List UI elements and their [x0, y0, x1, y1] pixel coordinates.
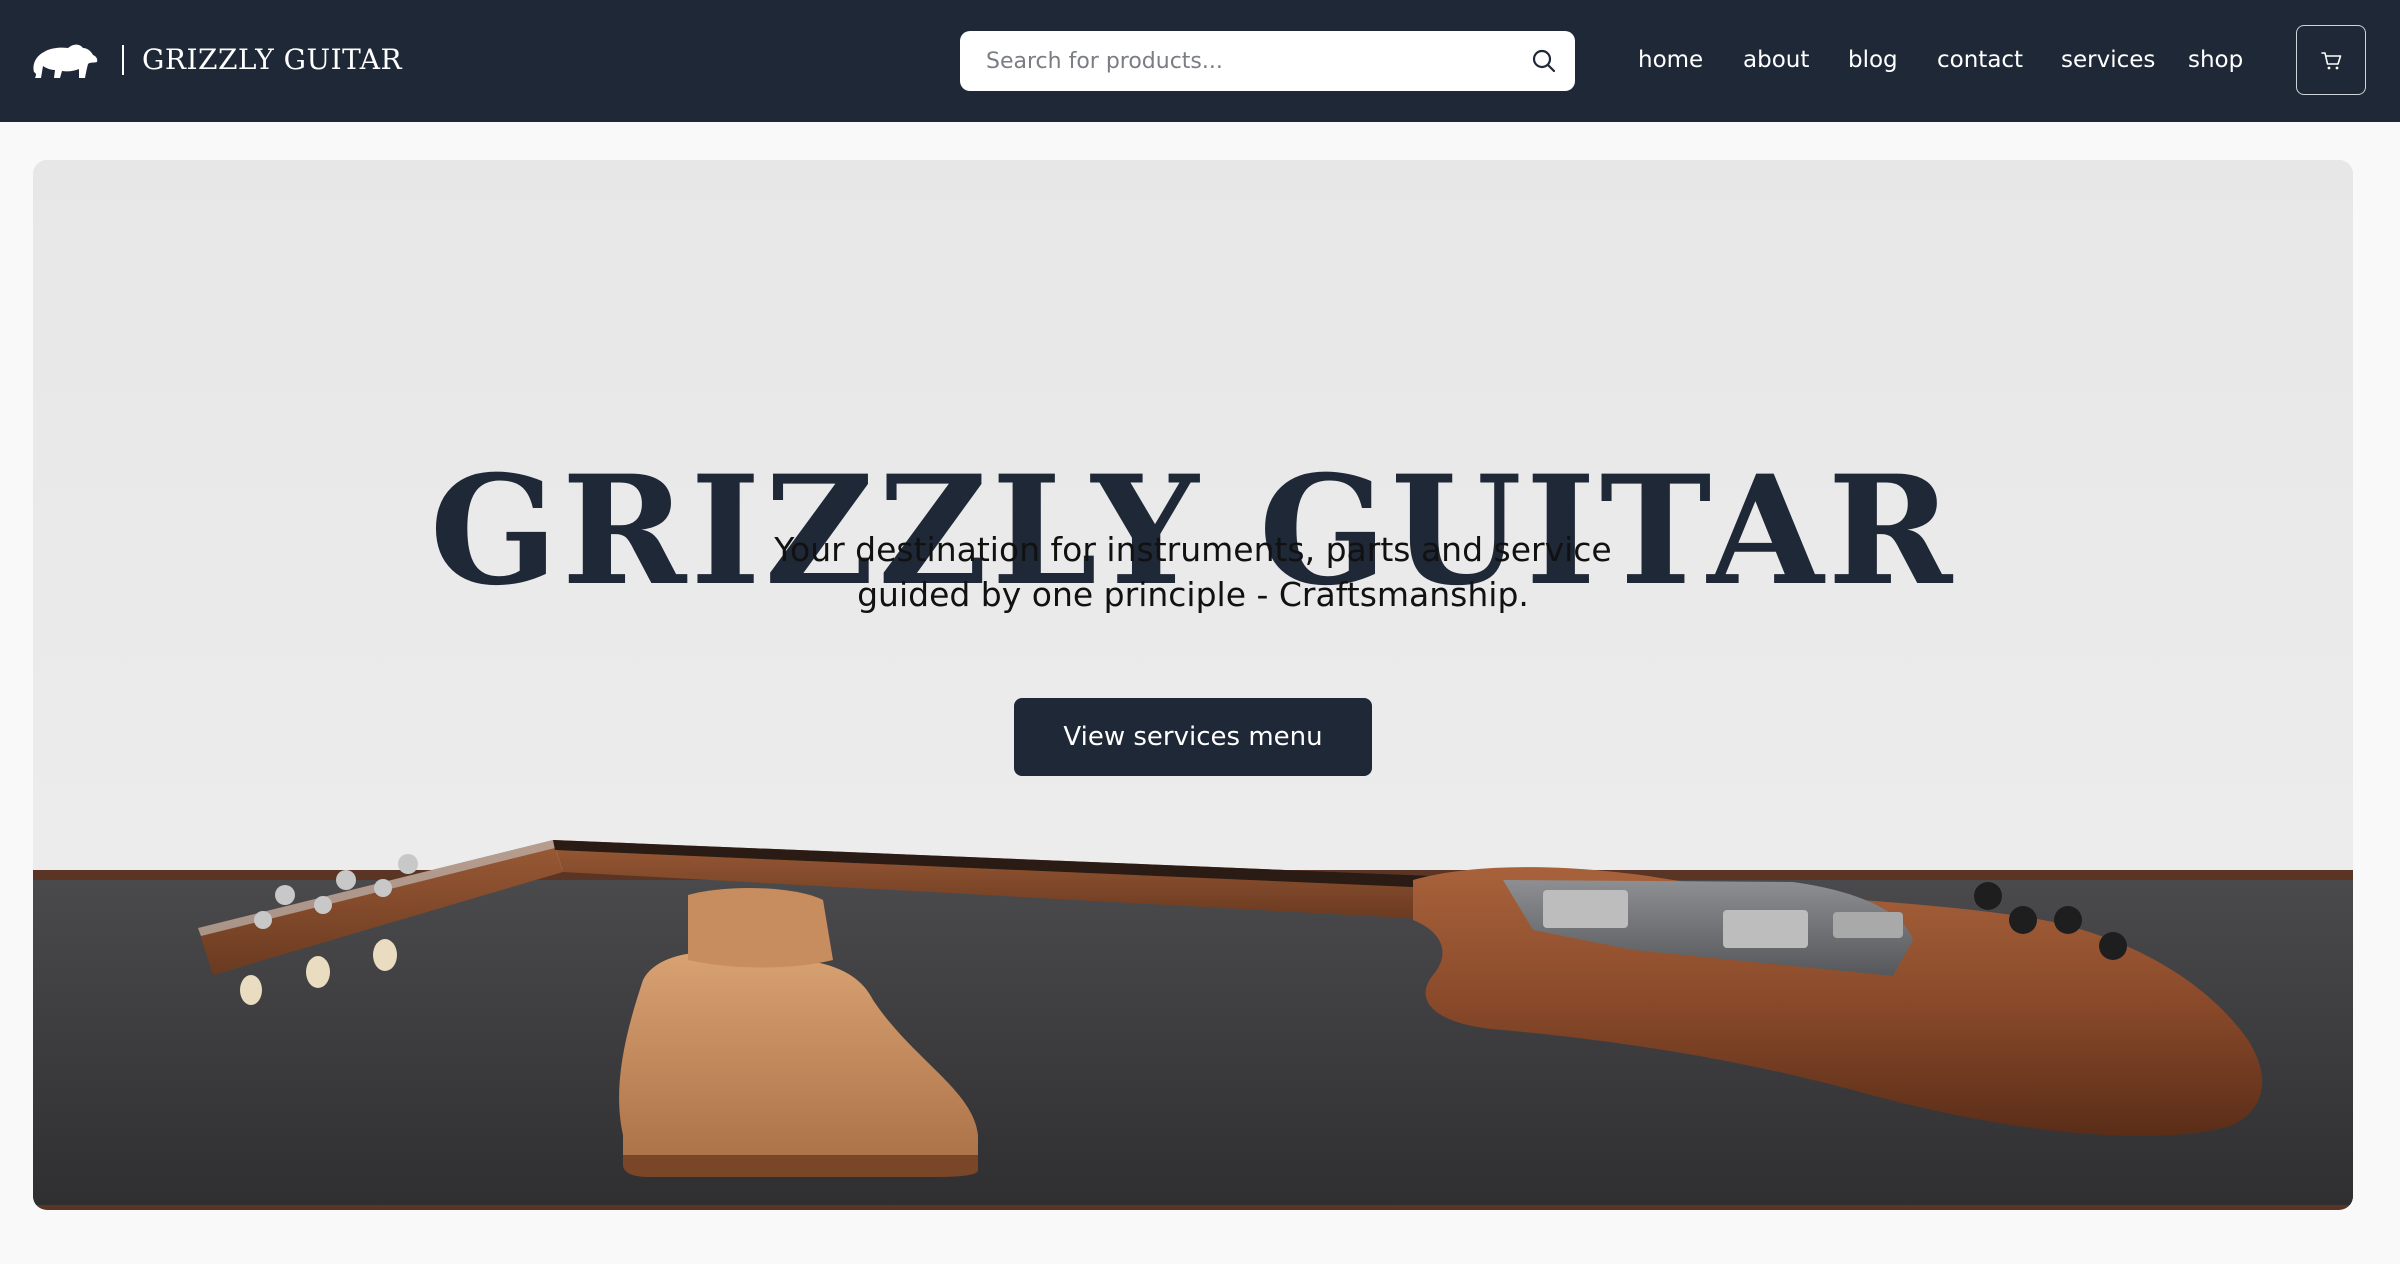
nav-shop[interactable]: shop	[2188, 40, 2243, 80]
hero-banner: GRIZZLY GUITAR Your destination for inst…	[33, 160, 2353, 1210]
nav-about[interactable]: about	[1743, 40, 1809, 80]
hero-subtitle: Your destination for instruments, parts …	[593, 527, 1793, 617]
search-icon[interactable]	[1529, 46, 1559, 76]
nav-services[interactable]: services	[2061, 40, 2155, 80]
cart-button[interactable]	[2296, 25, 2366, 95]
search-input[interactable]	[960, 31, 1500, 91]
logo-divider	[122, 45, 124, 75]
nav-contact[interactable]: contact	[1937, 40, 2023, 80]
hero-subtitle-line2: guided by one principle - Craftsmanship.	[857, 575, 1529, 614]
brand-name[interactable]: GRIZZLY GUITAR	[142, 40, 402, 80]
bear-logo-icon[interactable]	[30, 38, 100, 84]
site-header: GRIZZLY GUITAR home about blog contact s…	[0, 0, 2400, 122]
search-bar	[960, 31, 1575, 91]
hero-subtitle-line1: Your destination for instruments, parts …	[774, 530, 1612, 569]
nav-blog[interactable]: blog	[1848, 40, 1898, 80]
view-services-button[interactable]: View services menu	[1014, 698, 1372, 776]
nav-home[interactable]: home	[1638, 40, 1703, 80]
cart-icon	[2321, 52, 2342, 70]
hero-guitar-photo	[33, 160, 2353, 1210]
